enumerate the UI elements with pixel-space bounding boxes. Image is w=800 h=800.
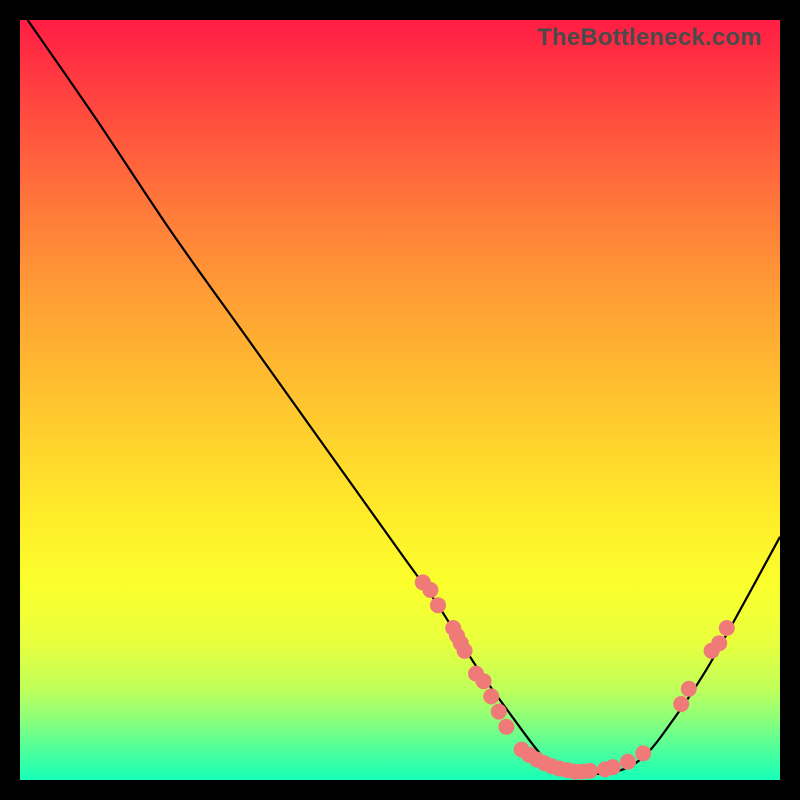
data-marker [521,747,537,763]
data-marker [567,764,583,780]
data-marker [457,643,473,659]
data-marker [544,758,560,774]
data-marker [529,751,545,767]
data-marker [605,759,621,775]
data-marker [449,628,465,644]
data-marker [445,620,461,636]
chart-plot-area: TheBottleneck.com [20,20,780,780]
data-marker [430,597,446,613]
data-marker [681,681,697,697]
data-marker [559,762,575,778]
data-marker [476,673,492,689]
data-marker [711,635,727,651]
data-marker [514,742,530,758]
data-marker [574,764,590,780]
data-marker [582,763,598,779]
data-marker [597,761,613,777]
data-marker [498,719,514,735]
data-marker [620,754,636,770]
data-marker [536,755,552,771]
data-marker [453,635,469,651]
data-marker [483,688,499,704]
bottleneck-curve [28,20,780,774]
chart-svg [20,20,780,780]
data-marker [422,582,438,598]
data-marker [673,696,689,712]
data-marker [719,620,735,636]
data-marker [635,745,651,761]
data-marker [491,704,507,720]
data-marker [704,643,720,659]
data-marker [468,666,484,682]
data-marker [552,761,568,777]
data-marker [415,574,431,590]
watermark-label: TheBottleneck.com [537,24,762,52]
data-markers [415,574,735,779]
